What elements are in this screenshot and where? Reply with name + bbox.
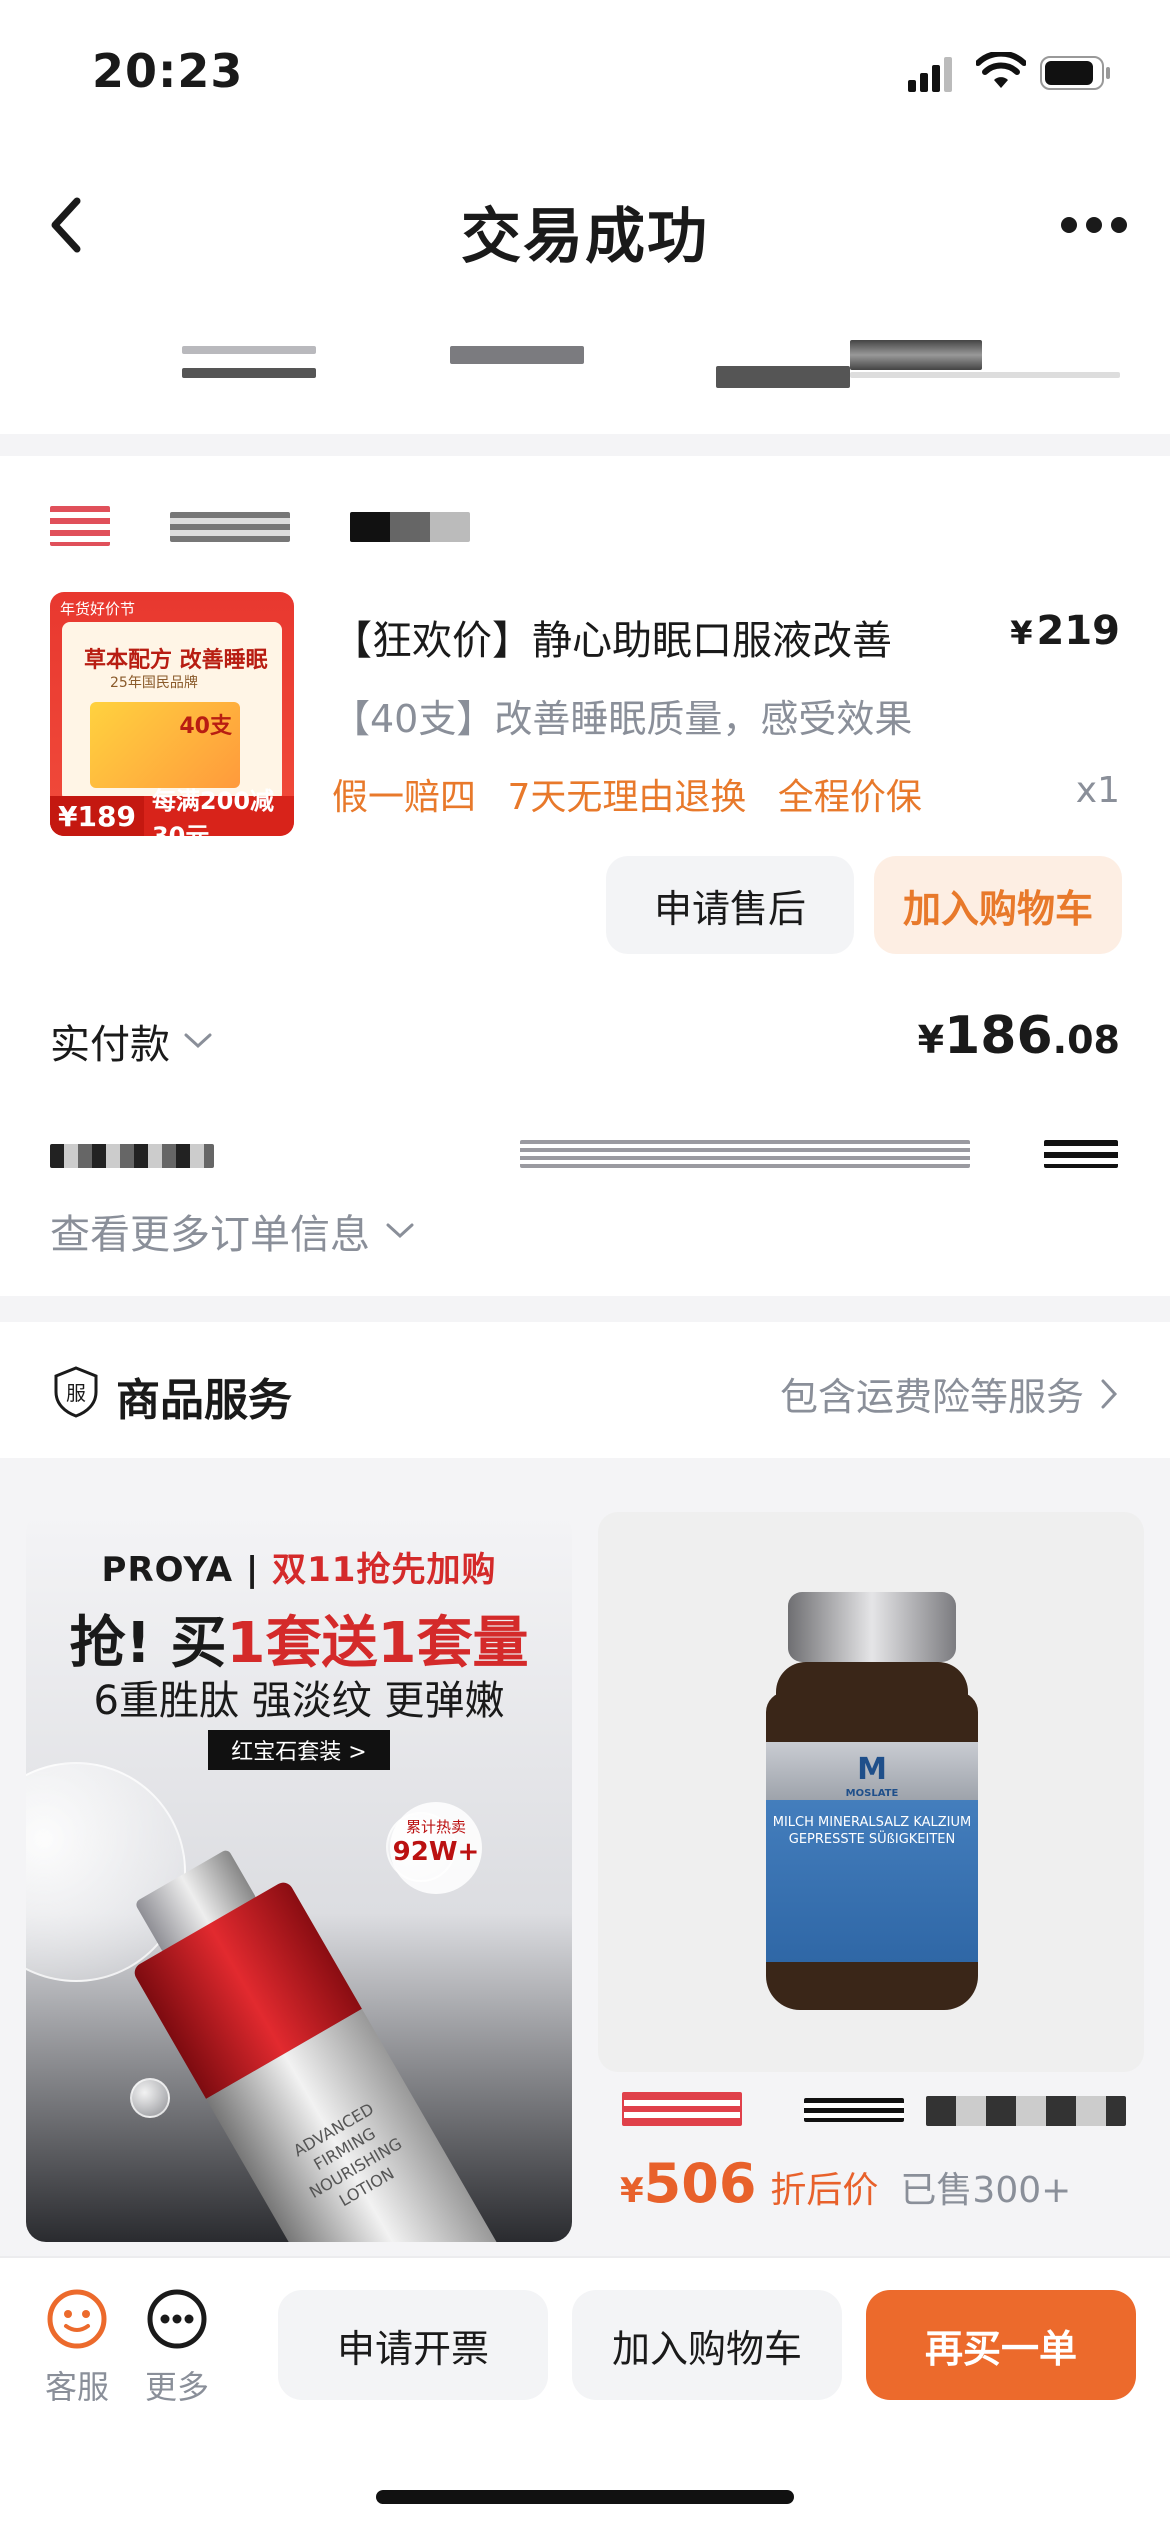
home-indicator — [376, 2490, 794, 2504]
supplement-jar-image: M MOSLATE MILCH MINERALSALZ KALZIUM GEPR… — [766, 1592, 978, 2012]
sales-badge: 累计热卖 92W+ — [390, 1802, 482, 1894]
more-order-info-label: 查看更多订单信息 — [50, 1212, 370, 1258]
more-options-button[interactable] — [1054, 200, 1134, 250]
product-price: ¥219 — [1010, 608, 1120, 654]
status-time: 20:23 — [92, 44, 244, 98]
paid-amount-toggle[interactable]: 实付款 — [50, 1012, 214, 1070]
tag-item: 7天无理由退换 — [507, 777, 747, 818]
redacted-text — [850, 372, 1120, 378]
tag-item: 全程价保 — [777, 777, 922, 818]
thumb-product-box: 40支 — [90, 702, 240, 788]
product-tags: 假一赔四 7天无理由退换 全程价保 — [332, 768, 942, 820]
product-quantity: x1 — [1075, 770, 1120, 811]
redacted-text — [850, 340, 982, 370]
customer-service-label: 客服 — [44, 2368, 109, 2406]
cellular-signal-icon — [908, 57, 952, 92]
paid-amount: ¥186.08 — [917, 1006, 1120, 1066]
after-sale-button[interactable]: 申请售后 — [606, 856, 854, 954]
recommended-product-card[interactable]: M MOSLATE MILCH MINERALSALZ KALZIUM GEPR… — [598, 1512, 1144, 2072]
redacted-text — [716, 366, 850, 388]
paid-label: 实付款 — [50, 1022, 170, 1068]
ellipsis-icon — [1061, 217, 1127, 233]
order-card: 年货好价节 草本配方 改善睡眠 25年国民品牌 40支 ¥189 每满200减3… — [0, 456, 1170, 1296]
bottom-add-cart-button[interactable]: 加入购物车 — [572, 2290, 842, 2400]
thumb-price-bar: ¥189 每满200减30元 — [50, 787, 294, 836]
more-dots-icon — [147, 2289, 207, 2349]
thumb-subline: 25年国民品牌 — [110, 675, 198, 691]
water-bubble — [130, 2078, 170, 2118]
chevron-right-icon — [1101, 1379, 1118, 1408]
customer-service-icon — [47, 2289, 107, 2349]
product-title[interactable]: 【狂欢价】静心助眠口服液改善 — [332, 608, 892, 666]
more-label: 更多 — [144, 2368, 209, 2406]
battery-icon — [1040, 56, 1110, 90]
recommended-price: ¥ 506 折后价 已售300+ — [620, 2152, 1072, 2215]
product-spec: 【40支】改善睡眠质量，感受效果 — [332, 697, 913, 741]
more-button[interactable]: 更多 — [132, 2288, 222, 2408]
wifi-icon — [976, 52, 1026, 88]
svg-text:服: 服 — [66, 1381, 86, 1405]
more-order-info-toggle[interactable]: 查看更多订单信息 — [50, 1202, 416, 1260]
redacted-product-title — [620, 2088, 1140, 2128]
chevron-down-icon — [386, 1223, 414, 1239]
navigation-bar: 交易成功 — [0, 140, 1170, 310]
status-bar: 20:23 — [0, 0, 1170, 140]
ad-brand: PROYA | 双11抢先加购 — [101, 1550, 497, 1590]
product-image[interactable]: 年货好价节 草本配方 改善睡眠 25年国民品牌 40支 ¥189 每满200减3… — [50, 592, 294, 836]
redacted-text — [182, 368, 316, 378]
request-invoice-button[interactable]: 申请开票 — [278, 2290, 548, 2400]
redacted-text — [450, 346, 584, 364]
buy-again-button[interactable]: 再买一单 — [866, 2290, 1136, 2400]
thumb-badge: 年货好价节 — [60, 600, 136, 618]
shield-service-icon: 服 — [54, 1366, 98, 1418]
page-title: 交易成功 — [461, 202, 709, 272]
ad-subline: 6重胜肽 强淡纹 更弹嫩 — [93, 1678, 505, 1724]
add-to-cart-button[interactable]: 加入购物车 — [874, 856, 1122, 954]
redacted-text — [182, 346, 316, 354]
tag-item: 假一赔四 — [332, 777, 477, 818]
ad-headline: 抢! 买1套送1套量 — [69, 1611, 529, 1676]
redacted-status-strip — [0, 310, 1170, 434]
chevron-down-icon — [184, 1033, 212, 1049]
ad-cta-button[interactable]: 红宝石套装 > — [208, 1730, 390, 1770]
redacted-shop-name — [50, 506, 550, 546]
product-service-row[interactable]: 服 商品服务 包含运费险等服务 — [0, 1322, 1170, 1458]
recommended-ad-card[interactable]: PROYA | 双11抢先加购 抢! 买1套送1套量 6重胜肽 强淡纹 更弹嫩 … — [26, 1512, 572, 2242]
service-description: 包含运费险等服务 — [780, 1366, 1120, 1421]
customer-service-button[interactable]: 客服 — [32, 2288, 122, 2408]
service-title: 商品服务 — [116, 1375, 292, 1426]
order-detail-page: 20:23 交易成功 年货好价节 草本配方 改善睡眠 25年国民品牌 40支 ¥… — [0, 0, 1170, 2532]
thumb-headline: 草本配方 改善睡眠 — [84, 648, 268, 673]
